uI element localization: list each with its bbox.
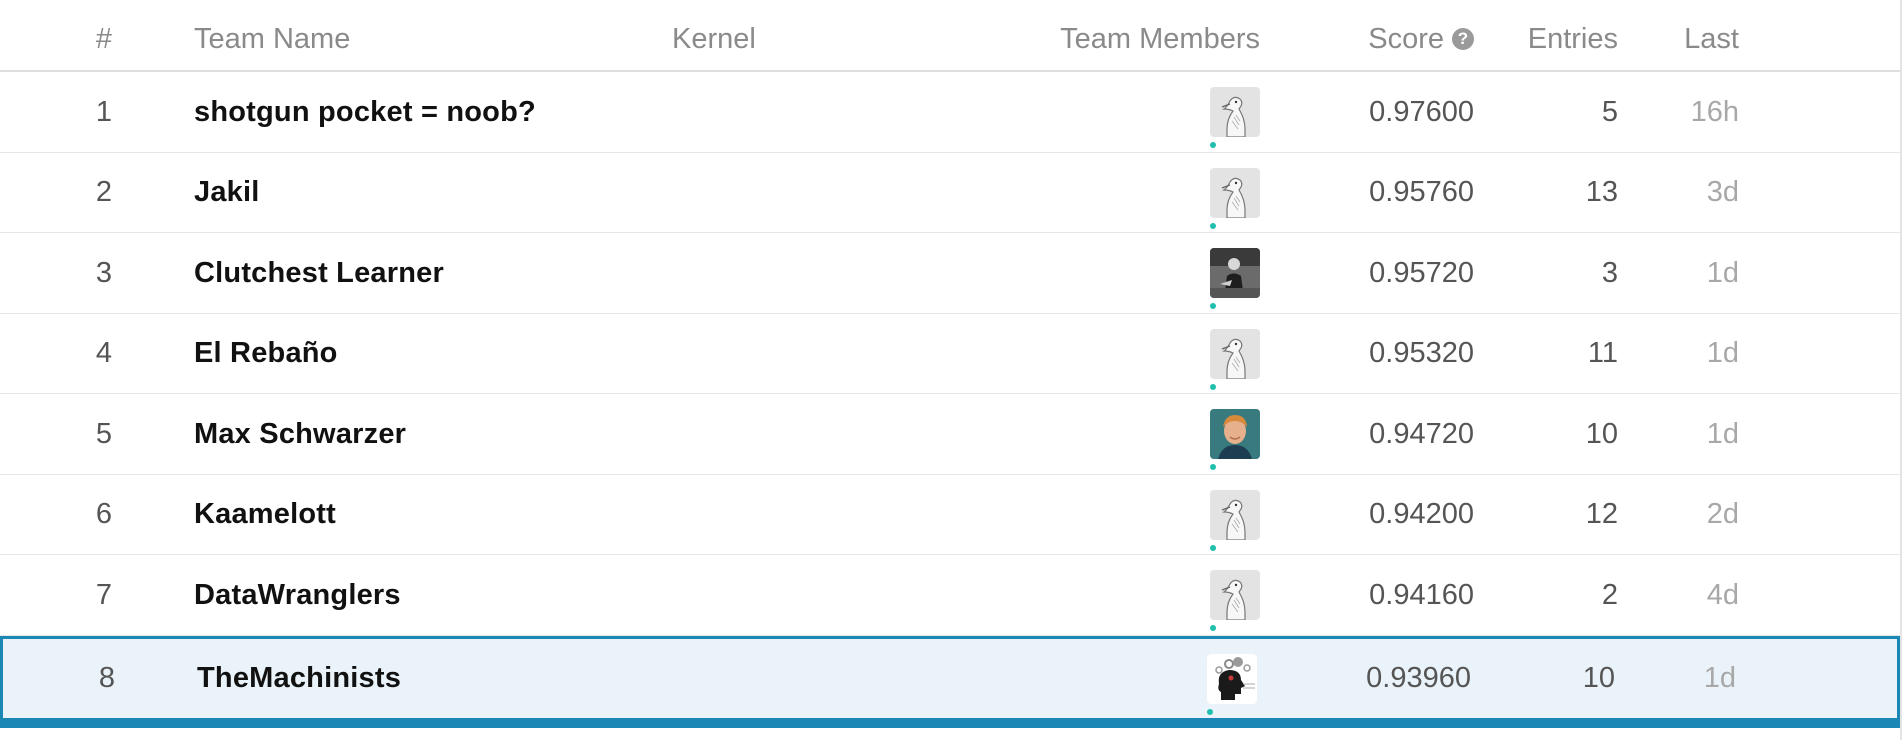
rank-cell: 3 (95, 256, 113, 289)
team-name-link[interactable]: Jakil (194, 153, 260, 233)
entries-cell: 13 (1585, 176, 1618, 208)
head-gears-avatar-icon[interactable] (1207, 653, 1257, 715)
leaderboard-header: # Team Name Kernel Team Members Score ? … (0, 0, 1900, 72)
goose-avatar-icon[interactable] (1210, 570, 1260, 631)
last-submission-cell: 1d (1706, 256, 1739, 289)
online-status-dot (1207, 708, 1213, 715)
help-icon[interactable]: ? (1452, 28, 1474, 50)
team-name-link[interactable]: TheMachinists (197, 636, 401, 722)
team-members-cell (1207, 636, 1259, 722)
last-submission-cell: 4d (1706, 578, 1739, 611)
team-name-link[interactable]: shotgun pocket = noob? (194, 72, 536, 152)
leaderboard-rows: 1 shotgun pocket = noob? 0.97600 5 16h 2 Jakil… (0, 72, 1900, 728)
header-score[interactable]: Score ? (1368, 22, 1474, 56)
team-members-cell (1210, 153, 1262, 233)
table-row-selected[interactable]: 8 TheMachinists 0.93960 10 1d (0, 635, 1900, 728)
entries-cell: 11 (1587, 337, 1618, 369)
header-entries[interactable]: Entries (1528, 22, 1618, 56)
table-row[interactable]: 1 shotgun pocket = noob? 0.97600 5 16h (0, 72, 1900, 153)
leaderboard: # Team Name Kernel Team Members Score ? … (0, 0, 1902, 740)
goose-avatar-icon[interactable] (1210, 167, 1260, 229)
entries-cell: 5 (1601, 95, 1618, 128)
online-status-dot (1210, 303, 1216, 309)
score-cell: 0.95760 (1369, 176, 1474, 208)
table-row[interactable]: 6 Kaamelott 0.94200 12 2d (0, 475, 1900, 555)
score-cell: 0.94720 (1369, 417, 1474, 450)
score-cell: 0.93960 (1366, 662, 1471, 694)
goose-avatar-icon[interactable] (1210, 489, 1260, 551)
entries-cell: 12 (1585, 498, 1618, 530)
photo-avatar-icon[interactable] (1210, 248, 1260, 309)
header-team-members: Team Members (1060, 23, 1260, 55)
online-status-dot (1210, 383, 1216, 390)
rank-cell: 2 (95, 176, 113, 208)
team-members-cell (1210, 394, 1262, 474)
last-submission-cell: 3d (1706, 176, 1739, 208)
score-cell: 0.95720 (1369, 256, 1474, 289)
rank-cell: 6 (95, 498, 113, 530)
score-cell: 0.94160 (1369, 578, 1474, 611)
online-status-dot (1210, 625, 1216, 631)
table-row[interactable]: 7 DataWranglers 0.94160 2 4d (0, 555, 1900, 636)
team-name-link[interactable]: El Rebaño (194, 314, 338, 394)
header-kernel[interactable]: Kernel (672, 22, 756, 56)
rank-cell: 7 (95, 578, 113, 611)
last-submission-cell: 1d (1706, 417, 1739, 450)
score-cell: 0.97600 (1369, 95, 1474, 128)
table-row[interactable]: 2 Jakil 0.95760 13 3d (0, 153, 1900, 233)
table-row[interactable]: 5 Max Schwarzer 0.94720 10 1d (0, 394, 1900, 475)
online-status-dot (1210, 464, 1216, 470)
rank-cell: 1 (95, 95, 113, 128)
online-status-dot (1210, 544, 1216, 551)
rank-cell: 5 (95, 417, 113, 450)
portrait-avatar-icon[interactable] (1210, 409, 1260, 470)
team-members-cell (1210, 72, 1262, 152)
rank-cell: 4 (95, 337, 113, 369)
table-row[interactable]: 3 Clutchest Learner 0.95720 3 1d (0, 233, 1900, 314)
last-submission-cell: 2d (1706, 498, 1739, 530)
team-members-cell (1210, 314, 1262, 394)
team-name-link[interactable]: DataWranglers (194, 555, 401, 635)
score-cell: 0.95320 (1369, 337, 1474, 369)
entries-cell: 10 (1582, 662, 1615, 694)
online-status-dot (1210, 142, 1216, 148)
team-members-cell (1210, 555, 1262, 635)
entries-cell: 3 (1601, 256, 1618, 289)
last-submission-cell: 1d (1703, 662, 1736, 694)
header-rank[interactable]: # (92, 22, 116, 56)
header-team-name[interactable]: Team Name (194, 22, 350, 56)
rank-cell: 8 (98, 662, 116, 694)
goose-avatar-icon[interactable] (1210, 328, 1260, 390)
team-members-cell (1210, 475, 1262, 555)
score-cell: 0.94200 (1369, 498, 1474, 530)
team-name-link[interactable]: Max Schwarzer (194, 394, 406, 474)
goose-avatar-icon[interactable] (1210, 87, 1260, 148)
header-last[interactable]: Last (1684, 22, 1739, 56)
table-row[interactable]: 4 El Rebaño 0.95320 11 1d (0, 314, 1900, 394)
team-members-cell (1210, 233, 1262, 313)
online-status-dot (1210, 222, 1216, 229)
last-submission-cell: 16h (1690, 95, 1739, 128)
header-score-label: Score (1368, 23, 1444, 55)
last-submission-cell: 1d (1706, 337, 1739, 369)
team-name-link[interactable]: Clutchest Learner (194, 233, 444, 313)
entries-cell: 2 (1601, 578, 1618, 611)
team-name-link[interactable]: Kaamelott (194, 475, 336, 555)
entries-cell: 10 (1585, 417, 1618, 450)
